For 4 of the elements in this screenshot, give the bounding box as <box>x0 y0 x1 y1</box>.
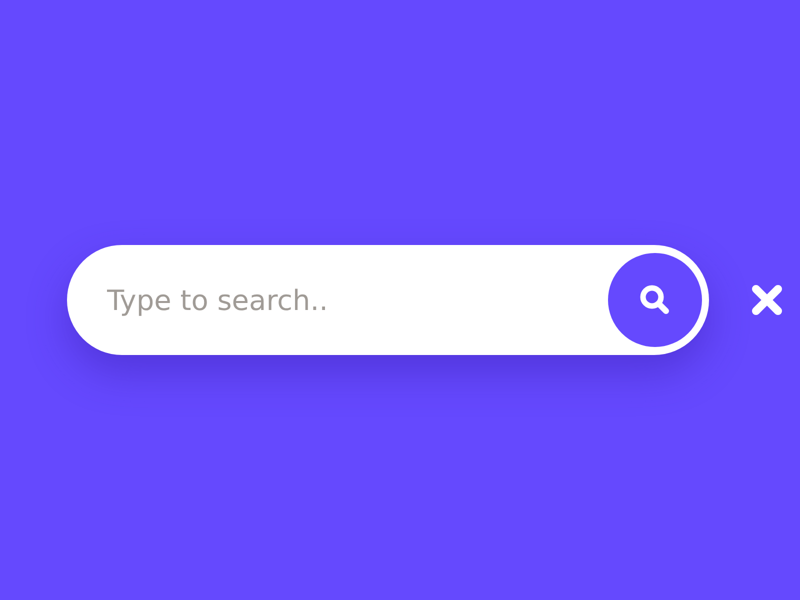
close-icon <box>750 283 784 317</box>
close-button[interactable] <box>750 283 784 317</box>
search-button[interactable] <box>608 253 702 347</box>
search-field[interactable]: Type to search.. <box>105 282 608 318</box>
